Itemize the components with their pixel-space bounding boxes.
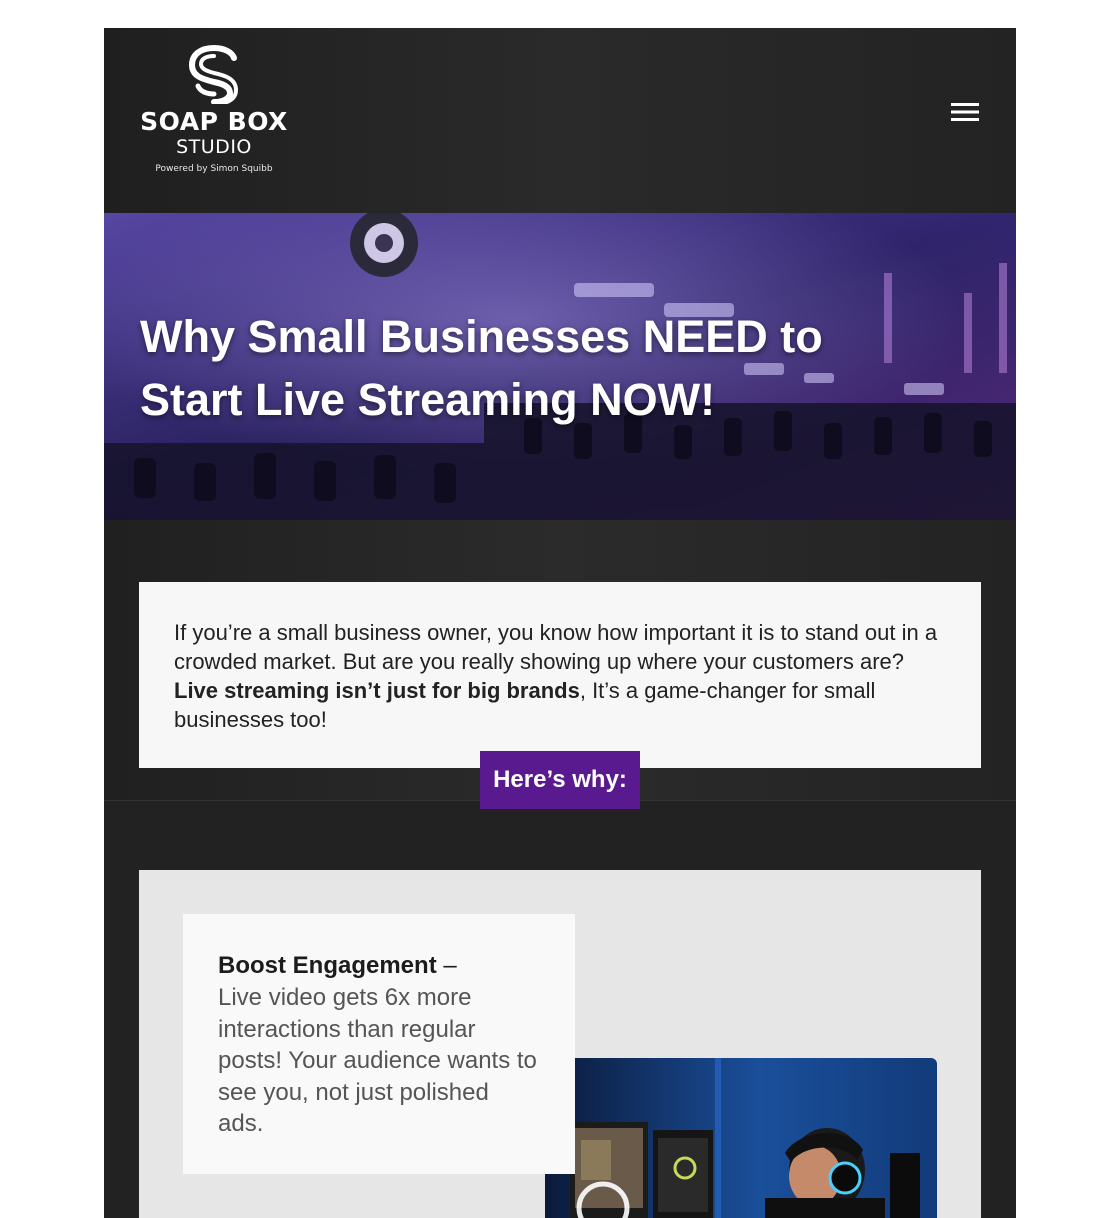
feature-section: Boost Engagement – Live video gets 6x mo…	[139, 870, 981, 1218]
heres-why-badge: Here’s why:	[480, 751, 640, 809]
hamburger-menu-icon	[951, 103, 979, 121]
streamer-with-headset-photo	[545, 1058, 937, 1218]
logo-powered-by: Powered by Simon Squibb	[155, 164, 273, 174]
intro-text-bold: Live streaming isn’t just for big brands	[174, 678, 580, 703]
intro-text: If you’re a small business owner, you kn…	[174, 618, 945, 734]
site-header: SOAP BOX STUDIO Powered by Simon Squibb	[104, 28, 1016, 213]
feature-title: Boost Engagement –	[218, 950, 540, 982]
feature-image	[545, 1058, 937, 1218]
feature-title-text: Boost Engagement	[218, 952, 437, 979]
hero-title: Why Small Businesses NEED to Start Live …	[140, 311, 823, 425]
hero-banner: Why Small Businesses NEED to Start Live …	[104, 213, 1016, 520]
feature-card: Boost Engagement – Live video gets 6x mo…	[183, 914, 575, 1174]
feature-title-dash: –	[436, 952, 457, 979]
intro-card: If you’re a small business owner, you kn…	[139, 582, 981, 768]
menu-button[interactable]	[942, 97, 988, 127]
logo-name: SOAP BOX	[140, 107, 288, 136]
soap-box-logo-icon	[188, 45, 239, 104]
site-logo[interactable]: SOAP BOX STUDIO Powered by Simon Squibb	[140, 44, 288, 194]
intro-text-part: If you’re a small business owner, you kn…	[174, 620, 938, 674]
logo-subtitle: STUDIO	[176, 136, 252, 158]
feature-body: Live video gets 6x more interactions tha…	[218, 984, 537, 1137]
